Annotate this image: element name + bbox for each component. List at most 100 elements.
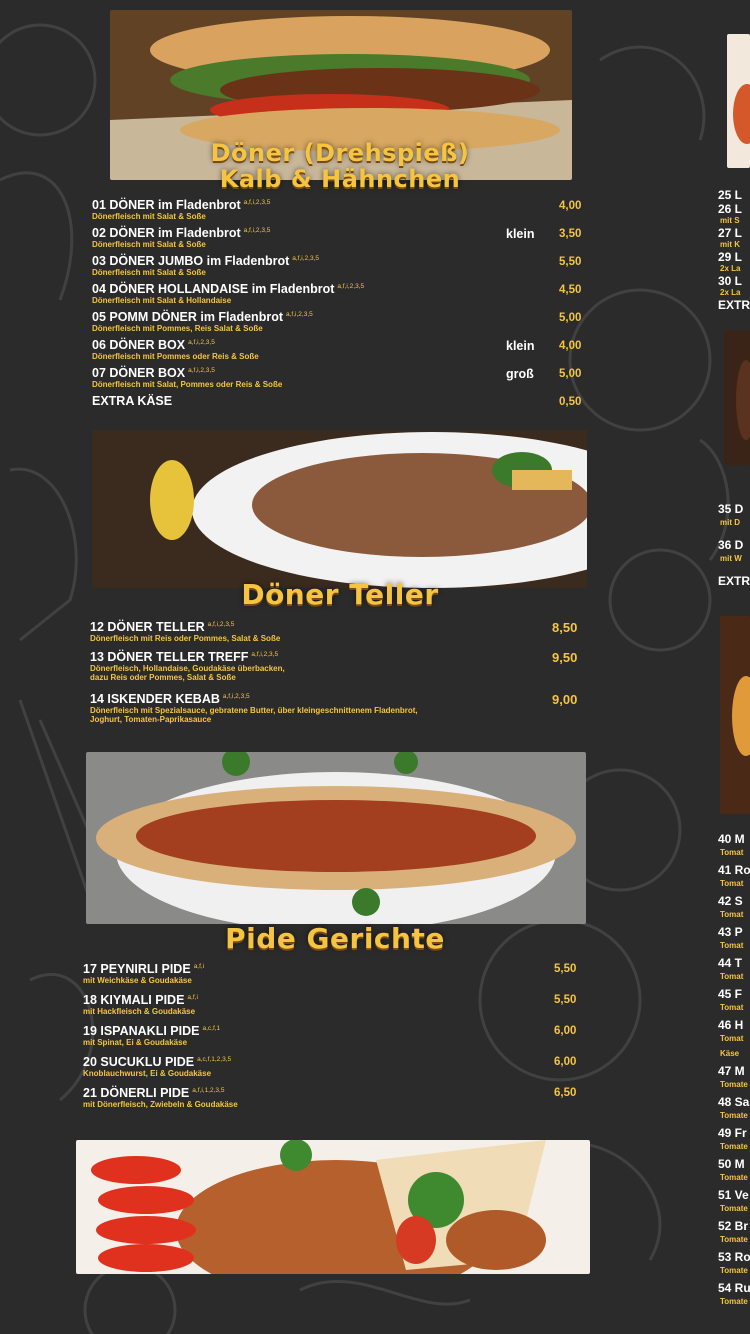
right-column-line: 29 L — [718, 250, 743, 264]
allergen-codes: a,f,i — [193, 962, 205, 970]
item-name-text: 13 DÖNER TELLER TREFF — [90, 650, 249, 664]
item-name-text: 12 DÖNER TELLER — [90, 620, 205, 634]
teller-menu-item: 12 DÖNER TELLER a,f,i,2,3,5 Dönerfleisch m… — [90, 620, 590, 643]
item-name: 18 KIYMALI PIDE a,f,i — [83, 993, 583, 1007]
right-column-line: Tomate — [720, 1235, 748, 1244]
right-column-line: Tomate — [720, 1111, 748, 1120]
item-description: Dönerfleisch mit Salat & Hollandaise — [92, 296, 232, 305]
pide-menu-item: 21 DÖNERLI PIDE a,f,i,1,2,3,5 mit Dönerfle… — [83, 1086, 583, 1109]
allergen-codes: a,f,i,2,3,5 — [286, 310, 313, 318]
item-price: 5,50 — [554, 994, 577, 1006]
pide-menu-item: 17 PEYNIRLI PIDE a,f,i mit Weichkäse & Gou… — [83, 962, 583, 985]
right-column-line: 40 M — [718, 832, 745, 846]
right-column-line: 2x La — [720, 288, 741, 297]
right-column-line: 45 F — [718, 987, 743, 1001]
right-column-line: Tomat — [720, 910, 744, 919]
right-column-line: Tomate — [720, 1142, 748, 1151]
allergen-codes: a,f,i — [187, 993, 198, 1001]
item-name-text: 14 ISKENDER KEBAB — [90, 692, 220, 706]
item-description: Dönerfleisch mit Salat, Pommes oder Reis… — [92, 380, 283, 389]
right-column-line: mit K — [720, 240, 740, 249]
item-price: 4,00 — [559, 200, 582, 212]
right-column-line: 2x La — [720, 264, 741, 273]
item-name-text: 05 POMM DÖNER im Fladenbrot — [92, 310, 283, 324]
item-description: Dönerfleisch mit Reis oder Pommes, Salat… — [90, 634, 281, 643]
allergen-codes: a,f,i,2,3,5 — [251, 650, 279, 658]
right-column-line: 25 L — [718, 188, 743, 202]
item-name: 05 POMM DÖNER im Fladenbrot a,f,i,2,3,5 — [92, 310, 592, 324]
item-price: 3,50 — [559, 228, 582, 240]
doener-menu-item: 03 DÖNER JUMBO im Fladenbrot a,f,i,2,3,5 D… — [92, 254, 592, 282]
allergen-codes: a,f,i,2,3,5 — [188, 338, 215, 346]
item-price: 5,50 — [554, 963, 577, 975]
item-name-text: 04 DÖNER HOLLANDAISE im Fladenbrot — [92, 282, 335, 296]
right-column-line: 44 T — [718, 956, 743, 970]
item-name-text: 06 DÖNER BOX — [92, 338, 186, 352]
doener-menu-item: 05 POMM DÖNER im Fladenbrot a,f,i,2,3,5 Dö… — [92, 310, 592, 338]
item-price: 4,50 — [559, 284, 582, 296]
right-partial-photo-2 — [724, 330, 750, 465]
item-price: 5,00 — [559, 368, 582, 380]
item-description: mit Weichkäse & Goudakäse — [83, 976, 192, 985]
right-column-line: 41 Ro — [718, 863, 750, 877]
item-name-text: 21 DÖNERLI PIDE — [83, 1086, 190, 1100]
item-description-line2: dazu Reis oder Pommes, Salat & Soße — [90, 673, 236, 682]
right-column-line: Tomat — [720, 1003, 744, 1012]
right-column-line: mit W — [720, 554, 742, 563]
right-column-line: Tomat — [720, 848, 744, 857]
right-column-line: 48 Sa — [718, 1095, 750, 1109]
right-column-line: 42 S — [718, 894, 743, 908]
item-description: Knoblauchwurst, Ei & Goudakäse — [83, 1069, 212, 1078]
right-column-line: Tomate — [720, 1204, 748, 1213]
right-column-line: 27 L — [718, 226, 743, 240]
doener-section-title: Döner (Drehspieß) Kalb & Hähnchen — [150, 140, 530, 192]
item-description: Dönerfleisch mit Salat & Soße — [92, 268, 206, 277]
item-price: 6,00 — [554, 1025, 577, 1037]
right-column-line: 43 P — [718, 925, 743, 939]
doener-menu-item: 07 DÖNER BOX a,f,i,2,3,5 Dönerfleisch mit … — [92, 366, 592, 394]
item-price: 8,50 — [552, 620, 578, 635]
item-price: 4,00 — [559, 340, 582, 352]
right-column-line: EXTR — [718, 574, 750, 588]
item-name-text: 02 DÖNER im Fladenbrot — [92, 226, 241, 240]
allergen-codes: a,f,i,1,2,3,5 — [192, 1086, 225, 1094]
right-column-line: 51 Ve — [718, 1188, 749, 1202]
item-name-text: 20 SUCUKLU PIDE — [83, 1055, 195, 1069]
item-name: 20 SUCUKLU PIDE a,c,f,1,2,3,5 — [83, 1055, 583, 1069]
item-name: 19 ISPANAKLI PIDE a,c,f,1 — [83, 1024, 583, 1038]
right-column-line: 46 H — [718, 1018, 744, 1032]
right-column-line: 49 Fr — [718, 1126, 747, 1140]
item-description: mit Hackfleisch & Goudakäse — [83, 1007, 196, 1016]
item-name-text: 07 DÖNER BOX — [92, 366, 186, 380]
item-description: Dönerfleisch mit Salat & Soße — [92, 212, 206, 221]
item-price: 9,50 — [552, 650, 578, 665]
doener-teller-photo — [92, 430, 587, 588]
item-name: 13 DÖNER TELLER TREFF a,f,i,2,3,5 — [90, 650, 590, 664]
item-description: Dönerfleisch, Hollandaise, Goudakäse übe… — [90, 664, 285, 673]
pide-photo — [86, 752, 586, 924]
allergen-codes: a,f,i,2,3,5 — [207, 620, 235, 628]
item-price: 5,00 — [559, 312, 582, 324]
item-name: 04 DÖNER HOLLANDAISE im Fladenbrot a,f,i,… — [92, 282, 592, 296]
item-price: 0,50 — [559, 396, 582, 408]
allergen-codes: a,f,i,2,3,5 — [292, 254, 319, 262]
right-column-line: 53 Ro — [718, 1250, 750, 1264]
doener-menu-item: 06 DÖNER BOX a,f,i,2,3,5 Dönerfleisch mit … — [92, 338, 592, 366]
right-column-line: EXTR — [718, 298, 750, 312]
right-column-line: 54 Ru — [718, 1281, 750, 1295]
right-partial-photo-1 — [727, 34, 750, 168]
item-name-text: 19 ISPANAKLI PIDE — [83, 1024, 200, 1038]
item-size: groß — [506, 367, 534, 381]
right-column-line: Tomate — [720, 1297, 748, 1306]
right-column-line: Tomate — [720, 1173, 748, 1182]
right-column-line: 52 Br — [718, 1219, 749, 1233]
item-price: 6,50 — [554, 1087, 577, 1099]
doener-title-line1: Döner (Drehspieß) — [210, 139, 470, 167]
right-column-line: Tomate — [720, 1266, 748, 1275]
item-description-line2: Joghurt, Tomaten-Paprikasauce — [90, 715, 212, 724]
right-column-line: mit D — [720, 518, 740, 527]
right-column-line: Tomate — [720, 1080, 748, 1089]
pide-menu-item: 18 KIYMALI PIDE a,f,i mit Hackfleisch & Go… — [83, 993, 583, 1016]
allergen-codes: a,c,f,1 — [202, 1024, 221, 1032]
item-name-text: 18 KIYMALI PIDE — [83, 993, 185, 1007]
